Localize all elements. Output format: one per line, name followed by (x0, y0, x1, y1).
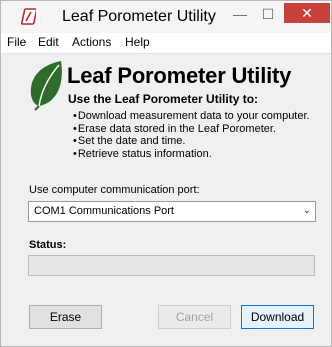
leaf-logo-icon (30, 61, 62, 111)
feature-item: Set the date and time. (73, 135, 310, 148)
chevron-down-icon[interactable]: ⌄ (303, 205, 311, 216)
app-window: Leaf Porometer Utility — ☐ ✕ File Edit A… (0, 0, 332, 347)
status-field (28, 255, 315, 276)
title-bar[interactable]: Leaf Porometer Utility — ☐ ✕ (1, 1, 331, 33)
menu-bar: File Edit Actions Help (1, 33, 331, 54)
feature-list: Download measurement data to your comput… (73, 110, 310, 160)
close-button[interactable]: ✕ (284, 3, 330, 23)
menu-help[interactable]: Help (125, 35, 150, 49)
app-logo-icon (20, 8, 36, 25)
port-label: Use computer communication port: (29, 184, 200, 196)
feature-item: Erase data stored in the Leaf Porometer. (73, 123, 310, 136)
minimize-button[interactable]: — (225, 3, 255, 25)
intro-subheading: Use the Leaf Porometer Utility to: (68, 92, 259, 106)
menu-file[interactable]: File (7, 35, 26, 49)
window-title: Leaf Porometer Utility (62, 8, 216, 25)
feature-item: Retrieve status information. (73, 148, 310, 161)
maximize-button[interactable]: ☐ (253, 3, 283, 25)
feature-item: Download measurement data to your comput… (73, 110, 310, 123)
download-button[interactable]: Download (241, 305, 314, 329)
port-select[interactable]: COM1 Communications Port ⌄ (28, 201, 316, 222)
cancel-button[interactable]: Cancel (158, 305, 231, 329)
erase-button[interactable]: Erase (29, 305, 102, 329)
port-select-value: COM1 Communications Port (34, 205, 174, 217)
app-name-heading: Leaf Porometer Utility (67, 63, 292, 88)
status-label: Status: (29, 239, 67, 251)
menu-actions[interactable]: Actions (72, 35, 111, 49)
menu-edit[interactable]: Edit (38, 35, 59, 49)
